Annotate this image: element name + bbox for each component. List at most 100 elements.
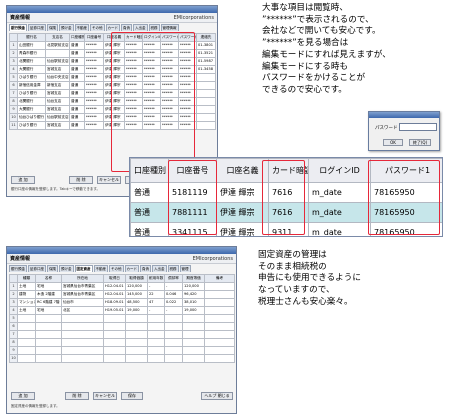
table-cell[interactable]: [17, 346, 36, 355]
table-cell[interactable]: 01-3801: [196, 41, 216, 50]
table-row[interactable]: 5: [9, 314, 235, 323]
table-cell[interactable]: [196, 89, 216, 98]
table-cell[interactable]: [61, 322, 104, 331]
table-cell[interactable]: [196, 81, 216, 90]
table-cell[interactable]: [204, 306, 235, 315]
column-header[interactable]: 連絡先: [196, 33, 216, 42]
column-header[interactable]: [9, 274, 18, 283]
table-cell[interactable]: 建物: [17, 290, 36, 299]
table-cell[interactable]: 0.046: [164, 290, 183, 299]
table-cell[interactable]: 0.022: [164, 298, 183, 307]
table-cell[interactable]: 北関銀行: [17, 57, 46, 66]
table-cell[interactable]: ******: [84, 65, 104, 74]
table-cell[interactable]: 普通: [69, 49, 85, 58]
table-cell[interactable]: [147, 314, 165, 323]
table-cell[interactable]: ******: [84, 49, 104, 58]
table-cell[interactable]: H12.04.01: [103, 290, 126, 299]
column-header[interactable]: 種類: [17, 274, 36, 283]
asset-save-button[interactable]: 保存: [121, 392, 143, 400]
table-cell[interactable]: H18.09.01: [103, 298, 126, 307]
table-cell[interactable]: [103, 346, 126, 355]
table-cell[interactable]: 宮城支店: [45, 105, 70, 114]
table-cell[interactable]: [103, 354, 126, 363]
table-cell[interactable]: [61, 338, 104, 347]
tab-item[interactable]: 管理情報: [160, 24, 179, 31]
table-cell[interactable]: [164, 338, 183, 347]
table-cell[interactable]: [17, 338, 36, 347]
table-cell[interactable]: 普通: [69, 81, 85, 90]
tab-item[interactable]: 不動産: [93, 265, 108, 272]
table-cell[interactable]: -: [147, 282, 165, 291]
quit-button[interactable]: 終了(Q): [409, 139, 431, 146]
table-row[interactable]: 9: [9, 346, 235, 355]
table-cell[interactable]: 山田銀行: [17, 41, 46, 50]
table-cell[interactable]: 96,420: [182, 290, 205, 299]
table-cell[interactable]: [164, 354, 183, 363]
table-cell[interactable]: [35, 338, 62, 347]
table-cell[interactable]: [103, 322, 126, 331]
table-cell[interactable]: 北見駅前支店: [45, 41, 70, 50]
table-cell[interactable]: [147, 338, 165, 347]
table-cell[interactable]: 仙台駅前支店: [45, 113, 70, 122]
column-header[interactable]: 口座番号: [84, 33, 104, 42]
column-header[interactable]: 所在地: [61, 274, 104, 283]
ok-button[interactable]: OK: [383, 139, 403, 146]
table-cell[interactable]: -: [164, 306, 183, 315]
table-cell[interactable]: -: [164, 282, 183, 291]
table-cell[interactable]: ******: [84, 73, 104, 82]
table-cell[interactable]: 120,000: [182, 282, 205, 291]
table-cell[interactable]: [196, 113, 216, 122]
table-cell[interactable]: [204, 322, 235, 331]
table-cell[interactable]: [45, 49, 70, 58]
table-cell[interactable]: [204, 290, 235, 299]
table-cell[interactable]: [164, 346, 183, 355]
table-cell[interactable]: 宮城支店: [45, 65, 70, 74]
table-cell[interactable]: 新宿支店: [45, 81, 70, 90]
table-cell[interactable]: [35, 314, 62, 323]
table-cell[interactable]: [204, 282, 235, 291]
table-cell[interactable]: [35, 346, 62, 355]
tab-item[interactable]: 負債: [121, 24, 132, 31]
table-cell[interactable]: 北関銀行: [17, 97, 46, 106]
table-cell[interactable]: ******: [84, 121, 104, 130]
asset-add-button[interactable]: 追 加: [11, 392, 35, 400]
table-cell[interactable]: [61, 354, 104, 363]
table-cell[interactable]: [204, 354, 235, 363]
table-cell[interactable]: ******: [84, 105, 104, 114]
tab-item[interactable]: 管理: [179, 265, 191, 272]
table-cell[interactable]: [61, 314, 104, 323]
table-cell[interactable]: 宅地: [35, 282, 62, 291]
table-cell[interactable]: [204, 346, 235, 355]
table-cell[interactable]: [17, 322, 36, 331]
table-cell[interactable]: [204, 314, 235, 323]
column-header[interactable]: 取得日: [103, 274, 126, 283]
column-header[interactable]: 耐用年数: [147, 274, 165, 283]
table-row[interactable]: 1 土地 宅地 宮城県仙台市青葉区 H12.04.01 120,000- -120,000: [9, 282, 235, 291]
top-window-titlebar[interactable]: [7, 6, 217, 13]
table-cell[interactable]: [35, 354, 62, 363]
column-header[interactable]: 償却率: [164, 274, 183, 283]
table-cell[interactable]: 普通: [69, 113, 85, 122]
table-cell[interactable]: [125, 330, 148, 339]
table-cell[interactable]: ******: [84, 41, 104, 50]
table-row[interactable]: 7: [9, 330, 235, 339]
table-cell[interactable]: 大関銀行: [17, 105, 46, 114]
table-cell[interactable]: 新宿信用金庫: [17, 81, 46, 90]
table-cell[interactable]: 宅地: [35, 306, 62, 315]
table-cell[interactable]: [125, 346, 148, 355]
column-header[interactable]: 期首簿価: [182, 274, 205, 283]
table-cell[interactable]: ひばり銀行: [17, 89, 46, 98]
table-cell[interactable]: 19,000: [125, 306, 148, 315]
table-row[interactable]: 3 マンション RC 6階建 7階 仙台市 H18.09.01 48,500 47 0.022…: [9, 298, 235, 307]
table-cell[interactable]: 土地: [17, 306, 36, 315]
table-cell[interactable]: [196, 121, 216, 130]
table-cell[interactable]: [164, 314, 183, 323]
table-cell[interactable]: [204, 338, 235, 347]
tab-item[interactable]: その他: [90, 24, 105, 31]
add-button[interactable]: 追 加: [11, 176, 35, 184]
table-cell[interactable]: 48,500: [125, 298, 148, 307]
table-cell[interactable]: 仙台支店: [45, 97, 70, 106]
table-cell[interactable]: [125, 322, 148, 331]
table-cell[interactable]: 普通: [69, 73, 85, 82]
table-cell[interactable]: 01-3458: [196, 65, 216, 74]
